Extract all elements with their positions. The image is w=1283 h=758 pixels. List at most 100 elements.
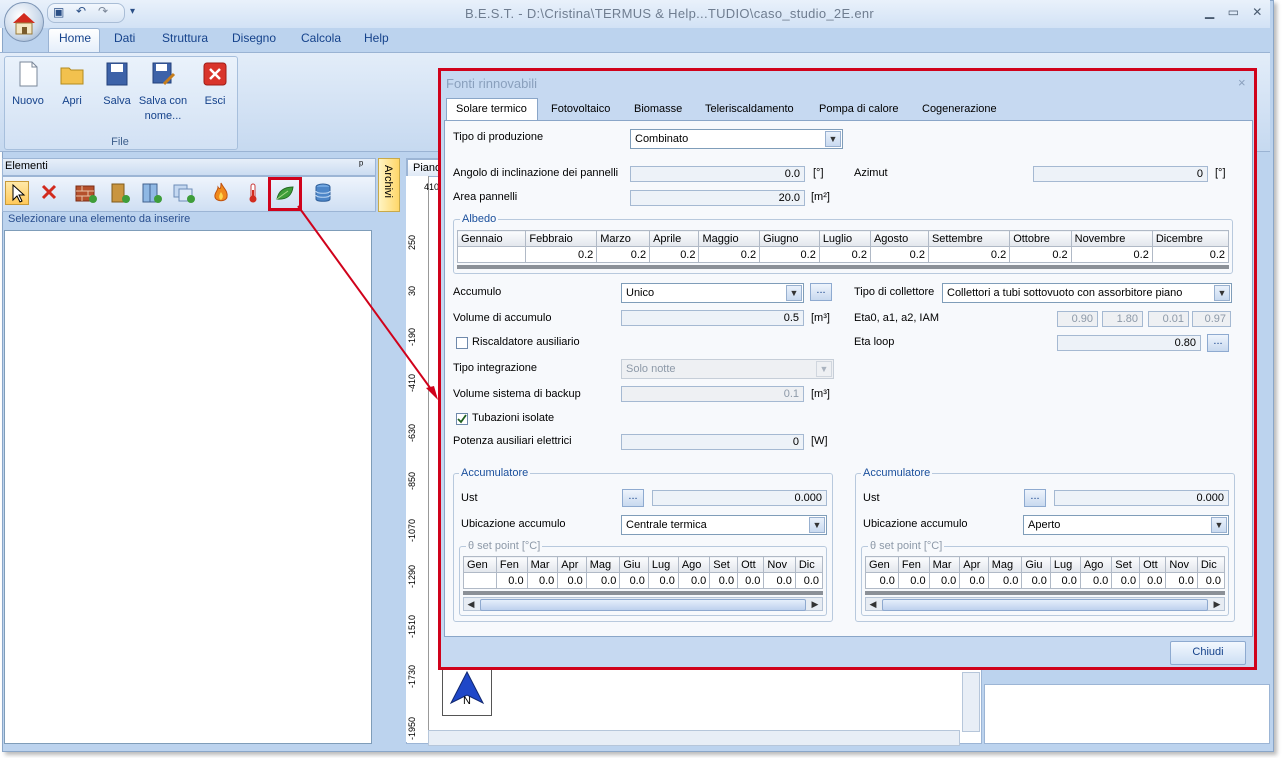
tab-cogenerazione[interactable]: Cogenerazione [922,103,997,115]
setpoint-cell[interactable]: 0.0 [585,572,621,589]
tipo-integrazione-select[interactable]: Solo notte ▼ [621,359,834,379]
tab-teleriscaldamento[interactable]: Teleriscaldamento [705,103,794,115]
tipo-produzione-select[interactable]: Combinato ▼ [630,129,843,149]
ust-right-input[interactable]: 0.000 [1054,490,1229,506]
setpoint-cell[interactable]: 0.0 [794,572,824,589]
setpoint-cell[interactable]: 0.0 [959,572,989,589]
app-orb-button[interactable] [4,2,44,42]
tab-struttura[interactable]: Struttura [162,31,208,45]
setpoint-cell[interactable]: 0.0 [763,572,796,589]
canvas-hscrollbar[interactable] [428,730,960,746]
chevron-down-icon[interactable]: ▼ [1211,517,1227,533]
tab-disegno[interactable]: Disegno [232,31,276,45]
potenza-input[interactable]: 0 [621,434,804,450]
qat-customize-icon[interactable]: ▾ [130,6,135,17]
setpoint-cell[interactable]: 0.0 [463,572,497,589]
redo-icon[interactable]: ↷ [98,4,108,18]
minimize-icon[interactable]: ▁ [1205,5,1214,19]
albedo-grid[interactable]: Gennaio Febbraio Marzo Aprile Maggio Giu… [456,230,1230,263]
albedo-cell[interactable]: 0.2 [649,246,700,263]
albedo-cell[interactable]: 0.2 [456,246,527,263]
riscaldatore-checkbox[interactable] [456,337,468,349]
esci-button[interactable]: Esci [198,60,232,107]
setpoint-cell[interactable]: 0.0 [557,572,587,589]
albedo-cell[interactable]: 0.2 [1070,246,1153,263]
setpoint-cell[interactable]: 0.0 [495,572,528,589]
ust-left-input[interactable]: 0.000 [652,490,827,506]
iam-input[interactable]: 0.97 [1192,311,1231,327]
scroll-thumb[interactable] [480,599,806,611]
setpoint-cell[interactable]: 0.0 [1139,572,1167,589]
tubazioni-checkbox[interactable] [456,413,468,425]
scroll-right-icon[interactable]: ▶ [1210,598,1224,610]
setpoint-cell[interactable]: 0.0 [1049,572,1081,589]
tab-calcola[interactable]: Calcola [301,31,341,45]
albedo-cell[interactable]: 0.2 [927,246,1011,263]
setpoint-cell[interactable]: 0.0 [619,572,649,589]
chevron-down-icon[interactable]: ▼ [786,285,802,301]
tab-pompa-di-calore[interactable]: Pompa di calore [819,103,899,115]
chevron-down-icon[interactable]: ▼ [1214,285,1230,301]
scroll-right-icon[interactable]: ▶ [808,598,822,610]
setpoint-cell[interactable]: 0.0 [647,572,679,589]
scroll-thumb[interactable] [882,599,1208,611]
tab-help[interactable]: Help [364,31,389,45]
setpoint-cell[interactable]: 0.0 [897,572,930,589]
azimut-input[interactable]: 0 [1033,166,1208,182]
restore-icon[interactable]: ▭ [1228,5,1239,19]
apri-button[interactable]: Apri [54,60,90,107]
ust-right-dots-button[interactable]: ... [1024,489,1046,507]
close-window-icon[interactable]: ✕ [1252,5,1262,19]
setpoint-cell[interactable]: 0.0 [1196,572,1226,589]
setpoint-cell[interactable]: 0.0 [928,572,961,589]
window-tool[interactable] [139,181,163,205]
ust-left-dots-button[interactable]: ... [622,489,644,507]
setpoint-cell[interactable]: 0.0 [677,572,711,589]
chevron-down-icon[interactable]: ▼ [825,131,841,147]
heating-tool[interactable] [209,181,233,205]
setpoint-cell[interactable]: 0.0 [1165,572,1198,589]
setpoint-cell[interactable]: 0.0 [865,572,899,589]
eta-loop-input[interactable]: 0.80 [1057,335,1201,351]
accumulo-select[interactable]: Unico ▼ [621,283,804,303]
albedo-cell[interactable]: 0.2 [818,246,871,263]
setpoint-cell[interactable]: 0.0 [737,572,765,589]
tipo-collettore-select[interactable]: Collettori a tubi sottovuoto con assorbi… [942,283,1232,303]
pin-icon[interactable]: ᵖ [359,159,363,171]
volume-accumulo-input[interactable]: 0.5 [621,310,804,326]
a2-input[interactable]: 0.01 [1148,311,1189,327]
setpoint-cell[interactable]: 0.0 [1079,572,1113,589]
room-tool[interactable] [172,181,196,205]
salva-button[interactable]: Salva [100,60,134,107]
chevron-down-icon[interactable]: ▼ [816,361,832,377]
tab-home[interactable]: Home [59,31,91,45]
setpoint-cell[interactable]: 0.0 [526,572,559,589]
albedo-cell[interactable]: 0.2 [869,246,929,263]
nuovo-button[interactable]: Nuovo [8,60,48,107]
scroll-left-icon[interactable]: ◀ [866,598,880,610]
eta0-input[interactable]: 0.90 [1057,311,1098,327]
setpoint-right-grid[interactable]: Gen Fen Mar Apr Mag Giu Lug Ago Set Ott … [865,556,1226,589]
canvas-vscrollbar[interactable] [962,672,980,732]
albedo-cell[interactable]: 0.2 [698,246,761,263]
angolo-input[interactable]: 0.0 [630,166,805,182]
pointer-tool[interactable] [5,181,29,205]
setpoint-left-grid[interactable]: Gen Fen Mar Apr Mag Giu Lug Ago Set Ott … [463,556,824,589]
area-input[interactable]: 20.0 [630,190,805,206]
accumulo-dots-button[interactable]: ... [810,283,832,301]
albedo-cell[interactable]: 0.2 [525,246,598,263]
tab-dati[interactable]: Dati [114,31,135,45]
delete-tool[interactable] [38,181,62,205]
wall-tool[interactable] [74,181,98,205]
ubicazione-right-select[interactable]: Aperto ▼ [1023,515,1229,535]
salva-con-nome-button[interactable]: Salva con nome... [137,60,189,122]
eta-loop-dots-button[interactable]: ... [1207,334,1229,352]
chevron-down-icon[interactable]: ▼ [809,517,825,533]
save-icon[interactable]: ▣ [53,5,64,19]
albedo-cell[interactable]: 0.2 [596,246,651,263]
tab-fotovoltaico[interactable]: Fotovoltaico [551,103,610,115]
scroll-left-icon[interactable]: ◀ [464,598,478,610]
volume-backup-input[interactable]: 0.1 [621,386,804,402]
undo-icon[interactable]: ↶ [76,4,86,18]
thermometer-tool[interactable] [241,181,265,205]
